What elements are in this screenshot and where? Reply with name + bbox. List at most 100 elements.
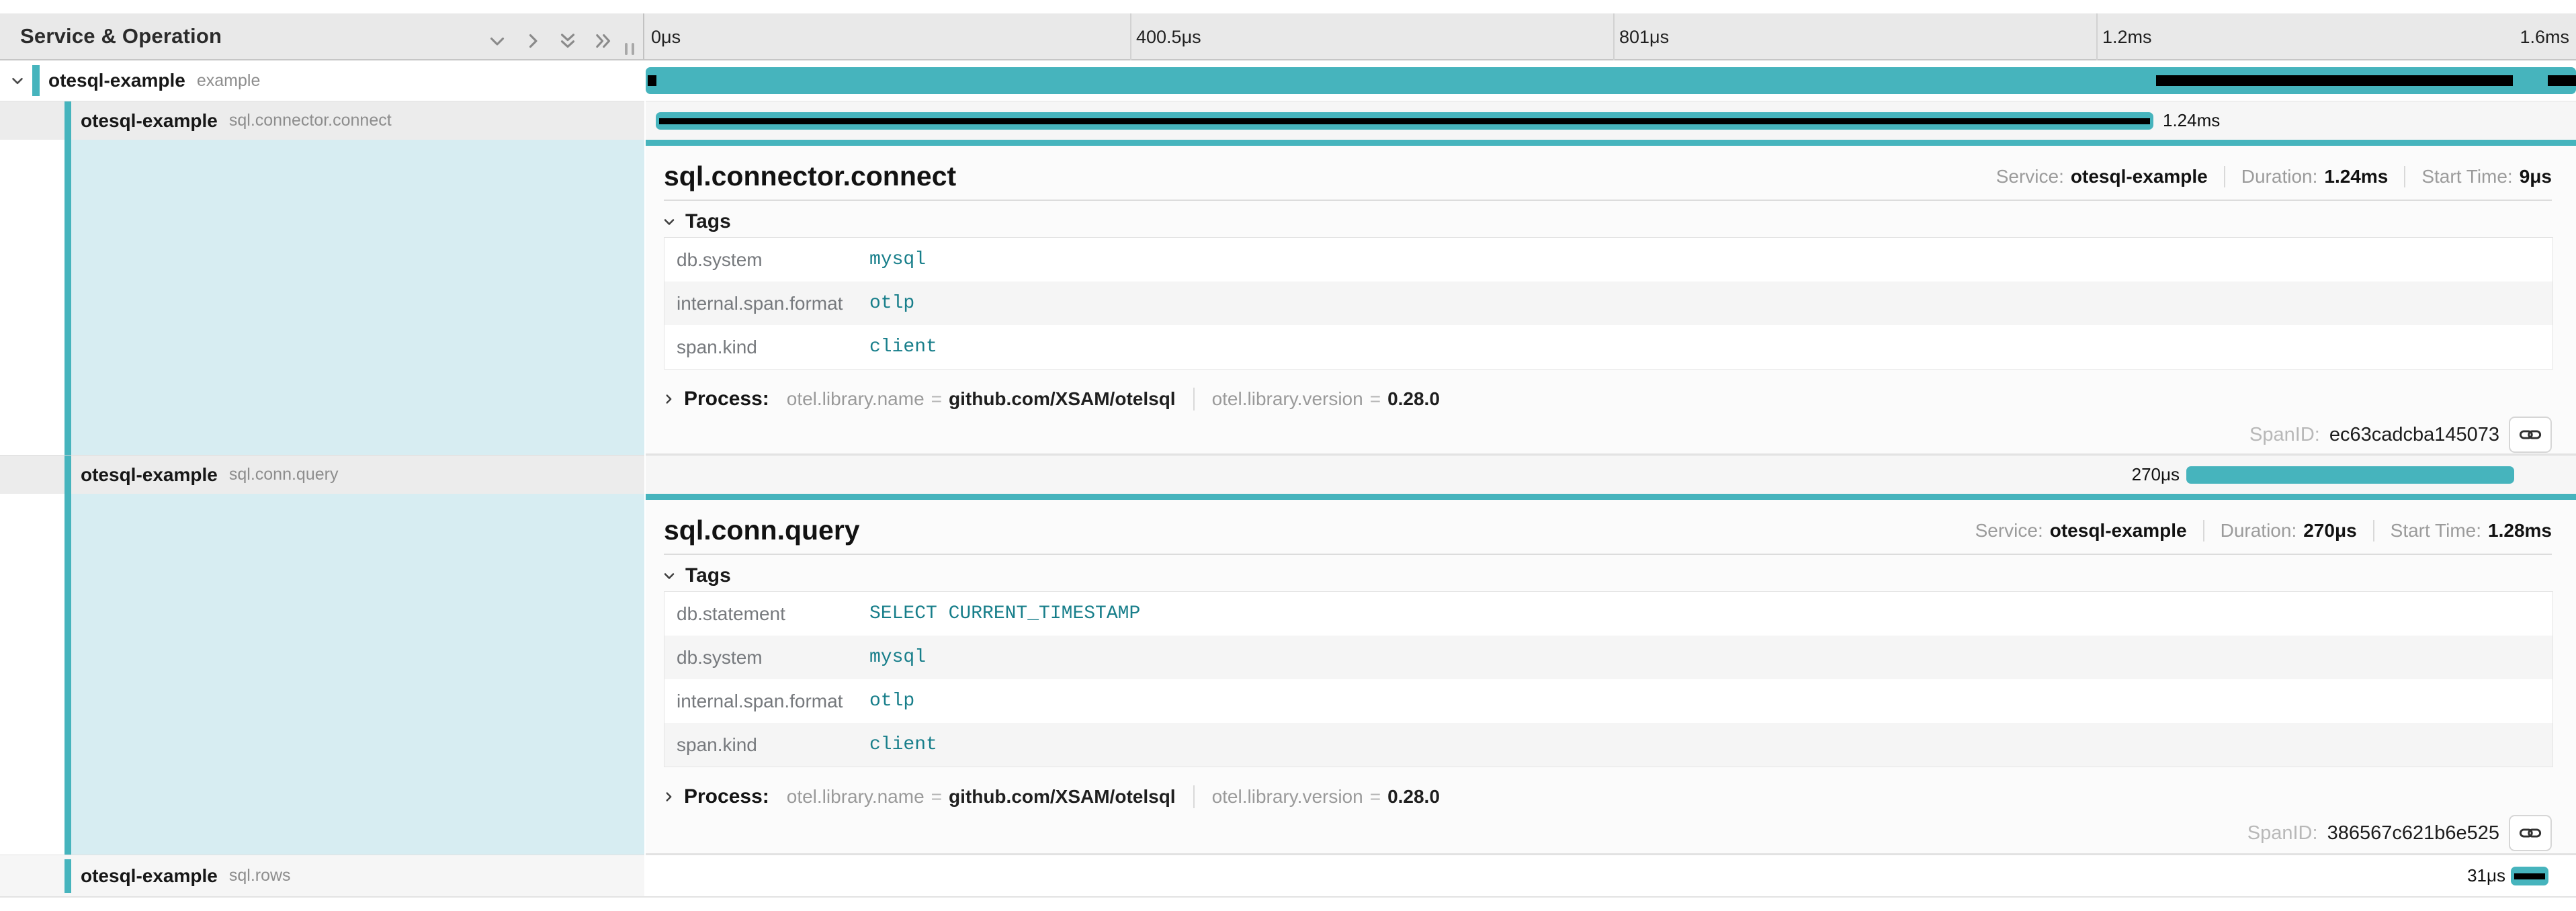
tag-value: client [869, 734, 937, 755]
span-id-row: SpanID: 386567c621b6e525 [2247, 816, 2552, 851]
span-id-label: SpanID: [2247, 822, 2318, 844]
span-row-conn-query-name[interactable]: otesql-example sql.conn.query [0, 455, 644, 494]
service-label: Service: [1996, 166, 2064, 187]
service-color-chip [65, 101, 71, 140]
process-key: otel.library.name [787, 388, 925, 410]
tag-key: db.system [664, 249, 869, 271]
process-value: github.com/XSAM/otelsql [949, 786, 1176, 808]
span-detail-panel-conn-query: sql.conn.query Service: otesql-example D… [646, 494, 2576, 855]
child-span-shadow [659, 118, 2150, 124]
copy-link-button[interactable] [2509, 417, 2552, 453]
span-bar-conn-query[interactable] [2186, 466, 2514, 484]
start-time-label: Start Time: [2391, 520, 2481, 541]
span-duration-label: 1.24ms [2163, 101, 2220, 140]
span-id-value: 386567c621b6e525 [2327, 822, 2499, 844]
span-detail-left-gutter[interactable] [0, 494, 644, 855]
duration-label: Duration: [2221, 520, 2297, 541]
tag-value: otlp [869, 691, 914, 711]
span-row-connector-connect-name[interactable]: otesql-example sql.connector.connect [0, 101, 644, 140]
tag-key: internal.span.format [664, 691, 869, 712]
span-detail-left-gutter[interactable] [0, 140, 644, 455]
timeline-ruler[interactable]: 0μs 400.5μs 801μs 1.2ms 1.6ms [644, 13, 2576, 60]
span-row-connector-connect-timeline[interactable]: 1.24ms [646, 101, 2576, 140]
process-value: 0.28.0 [1387, 786, 1440, 808]
tag-value: mysql [869, 249, 926, 270]
operation-name: example [197, 71, 261, 91]
span-row-sql-rows-timeline[interactable]: 31μs [646, 855, 2576, 896]
ruler-tick [2096, 13, 2098, 60]
process-label: Process: [684, 785, 769, 808]
tag-row: span.kind client [664, 325, 2552, 369]
process-key: otel.library.name [787, 786, 925, 808]
start-time-value: 9μs [2520, 166, 2552, 187]
copy-link-button[interactable] [2509, 815, 2552, 851]
span-row-conn-query-timeline[interactable]: 270μs [646, 455, 2576, 494]
process-label: Process: [684, 388, 769, 410]
service-name: otesql-example [81, 865, 218, 887]
process-kv: otel.library.version = 0.28.0 [1212, 786, 1440, 808]
ruler-label-4: 1.6ms [2520, 13, 2569, 60]
span-duration-label: 270μs [2045, 455, 2180, 494]
tags-table: db.system mysql internal.span.format otl… [664, 237, 2553, 370]
tag-row: internal.span.format otlp [664, 679, 2552, 723]
collapse-one-icon[interactable] [486, 30, 509, 52]
process-value: github.com/XSAM/otelsql [949, 388, 1176, 410]
process-kv: otel.library.name = github.com/XSAM/otel… [787, 786, 1176, 808]
service-operation-header: Service & Operation [0, 13, 644, 60]
tag-key: span.kind [664, 734, 869, 756]
span-id-row: SpanID: ec63cadcba145073 [2249, 417, 2552, 452]
tags-table: db.statement SELECT CURRENT_TIMESTAMP db… [664, 591, 2553, 767]
tags-section-label: Tags [685, 210, 731, 233]
link-icon [2518, 824, 2542, 842]
tag-key: internal.span.format [664, 293, 869, 314]
child-span-shadow [648, 75, 656, 86]
tags-section-toggle[interactable]: Tags [661, 564, 731, 587]
process-kv: otel.library.name = github.com/XSAM/otel… [787, 388, 1176, 410]
process-section-toggle[interactable]: Process: otel.library.name = github.com/… [661, 388, 1440, 410]
span-detail-highlight [71, 140, 644, 455]
collapse-all-icon[interactable] [556, 30, 579, 52]
service-color-chip [32, 65, 40, 96]
tag-value: otlp [869, 293, 914, 314]
start-time-value: 1.28ms [2488, 520, 2552, 541]
column-resizer-grip[interactable] [625, 43, 634, 55]
tags-section-toggle[interactable]: Tags [661, 210, 731, 233]
chevron-down-icon [661, 568, 677, 584]
service-color-chip [65, 859, 71, 893]
process-value: 0.28.0 [1387, 388, 1440, 410]
operation-name: sql.connector.connect [229, 111, 392, 130]
tag-row: span.kind client [664, 723, 2552, 767]
tag-key: db.system [664, 647, 869, 668]
duration-value: 1.24ms [2324, 166, 2388, 187]
tag-value: mysql [869, 647, 926, 668]
expand-one-icon[interactable] [521, 30, 544, 52]
process-key: otel.library.version [1212, 786, 1363, 808]
span-row-example-name[interactable]: otesql-example example [0, 60, 644, 101]
ruler-label-2: 801μs [1619, 13, 1669, 60]
span-row-sql-rows-name[interactable]: otesql-example sql.rows [0, 855, 644, 896]
duration-label: Duration: [2241, 166, 2318, 187]
divider [0, 896, 2576, 898]
chevron-down-icon [661, 214, 677, 230]
ruler-label-0: 0μs [651, 13, 681, 60]
tags-section-label: Tags [685, 564, 731, 587]
operation-name: sql.conn.query [229, 465, 339, 484]
process-key: otel.library.version [1212, 388, 1363, 410]
tag-row: db.statement SELECT CURRENT_TIMESTAMP [664, 592, 2552, 636]
chevron-down-icon[interactable] [9, 72, 26, 89]
service-name: otesql-example [81, 464, 218, 486]
tag-value: client [869, 337, 937, 357]
child-span-shadow [2548, 75, 2576, 86]
ruler-tick [1130, 13, 1131, 60]
expand-all-icon[interactable] [592, 30, 615, 52]
service-color-bar [65, 494, 71, 855]
span-detail-meta: Service: otesql-example Duration: 270μs … [1975, 520, 2552, 541]
operation-name: sql.rows [229, 866, 291, 885]
tag-key: db.statement [664, 603, 869, 625]
process-section-toggle[interactable]: Process: otel.library.name = github.com/… [661, 785, 1440, 808]
span-row-example-timeline[interactable] [646, 60, 2576, 101]
span-detail-meta: Service: otesql-example Duration: 1.24ms… [1996, 166, 2552, 187]
span-detail-highlight [71, 494, 644, 855]
process-kv: otel.library.version = 0.28.0 [1212, 388, 1440, 410]
service-name: otesql-example [81, 110, 218, 132]
